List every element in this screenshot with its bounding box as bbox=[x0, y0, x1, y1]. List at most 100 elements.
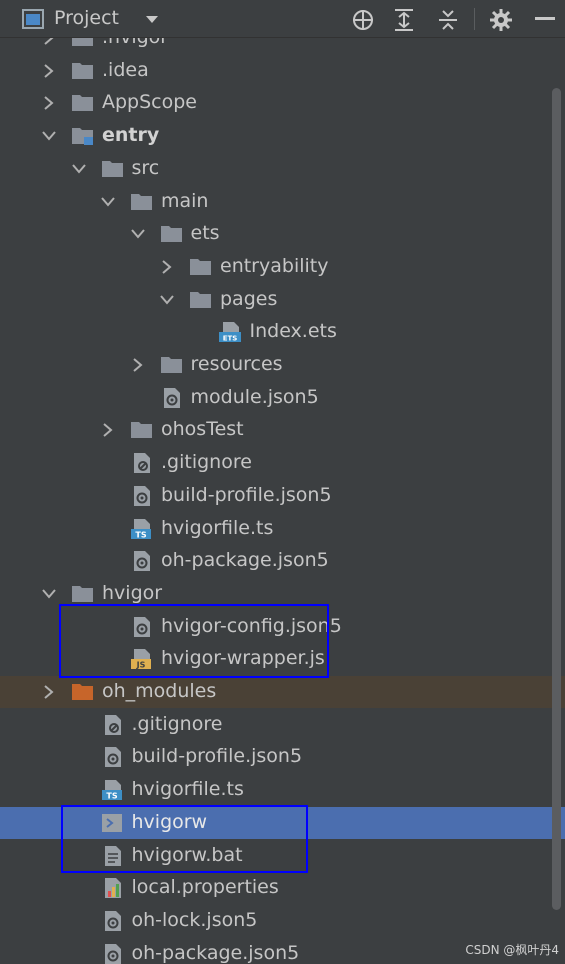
folder-icon bbox=[130, 419, 154, 441]
tree-item-label: ets bbox=[190, 222, 220, 245]
tree-item-label: .hvigor bbox=[102, 38, 168, 48]
tree-item-label: entry bbox=[102, 124, 160, 147]
chevron-down-icon[interactable] bbox=[160, 291, 174, 309]
locate-icon[interactable] bbox=[351, 8, 375, 32]
project-view-icon[interactable] bbox=[22, 9, 44, 29]
chevron-down-icon[interactable] bbox=[101, 193, 115, 211]
folder-icon bbox=[130, 191, 154, 213]
tree-item-label: local.properties bbox=[131, 876, 279, 899]
folder-icon bbox=[189, 256, 213, 278]
tree-item-label: .idea bbox=[102, 58, 149, 81]
hide-icon[interactable] bbox=[535, 17, 555, 21]
chevron-right-icon[interactable] bbox=[42, 683, 56, 701]
vertical-scrollbar[interactable] bbox=[552, 88, 561, 910]
tree-file-row[interactable]: oh-lock.json5 bbox=[0, 905, 565, 937]
svg-text:ETS: ETS bbox=[222, 335, 237, 343]
chevron-right-icon[interactable] bbox=[42, 62, 56, 80]
tree-folder-row[interactable]: AppScope bbox=[0, 87, 565, 119]
tree-item-label: Index.ets bbox=[249, 320, 337, 343]
chevron-down-icon[interactable] bbox=[42, 127, 56, 145]
tree-item-label: build-profile.json5 bbox=[161, 483, 332, 506]
tree-folder-row[interactable]: resources bbox=[0, 349, 565, 381]
folder-icon bbox=[71, 60, 95, 82]
tree-folder-row[interactable]: .idea bbox=[0, 55, 565, 87]
json-file-icon bbox=[101, 910, 125, 932]
tree-item-label: main bbox=[161, 189, 209, 212]
typescript-file-icon: TS bbox=[101, 779, 125, 801]
gitignore-file-icon bbox=[130, 452, 154, 474]
tree-folder-row[interactable]: oh_modules bbox=[0, 676, 565, 708]
typescript-file-icon: TS bbox=[130, 518, 154, 540]
tree-folder-row[interactable]: src bbox=[0, 153, 565, 185]
tree-folder-row[interactable]: entry bbox=[0, 120, 565, 152]
tree-file-row[interactable]: .gitignore bbox=[0, 447, 565, 479]
tree-file-row[interactable]: oh-package.json5 bbox=[0, 545, 565, 577]
tree-file-row[interactable]: build-profile.json5 bbox=[0, 741, 565, 773]
tree-item-label: module.json5 bbox=[190, 385, 319, 408]
tree-file-row[interactable]: .gitignore bbox=[0, 709, 565, 741]
tree-item-label: entryability bbox=[220, 254, 329, 277]
tree-item-label: resources bbox=[190, 353, 283, 375]
tree-item-label: build-profile.json5 bbox=[131, 745, 303, 768]
tree-folder-row[interactable]: ets bbox=[0, 218, 565, 250]
svg-text:TS: TS bbox=[135, 530, 146, 539]
tree-file-row[interactable]: build-profile.json5 bbox=[0, 480, 565, 512]
tree-item-label: oh_modules bbox=[102, 680, 217, 702]
folder-icon bbox=[71, 92, 95, 114]
svg-text:TS: TS bbox=[106, 792, 117, 801]
tree-item-label: hvigor bbox=[102, 581, 163, 604]
tree-folder-row[interactable]: ohosTest bbox=[0, 414, 565, 446]
chevron-right-icon[interactable] bbox=[42, 94, 56, 112]
json-file-icon bbox=[130, 550, 154, 572]
chevron-down-icon[interactable] bbox=[71, 160, 86, 178]
tree-folder-row[interactable]: pages bbox=[0, 284, 565, 316]
properties-file-icon bbox=[101, 877, 125, 899]
tree-file-row[interactable]: ETS Index.ets bbox=[0, 316, 565, 348]
folder-icon bbox=[71, 583, 95, 605]
tree-item-label: oh-package.json5 bbox=[131, 941, 300, 964]
project-toolbar: Project bbox=[0, 0, 565, 38]
folder-icon bbox=[160, 223, 184, 245]
project-title[interactable]: Project bbox=[54, 7, 119, 29]
tree-item-label: src bbox=[131, 156, 160, 179]
toolbar-divider bbox=[474, 8, 475, 30]
folder-icon bbox=[71, 681, 95, 703]
tree-file-row[interactable]: module.json5 bbox=[0, 382, 565, 414]
chevron-right-icon[interactable] bbox=[131, 356, 145, 374]
tree-folder-row[interactable]: .hvigor bbox=[0, 38, 565, 54]
chevron-right-icon[interactable] bbox=[101, 421, 115, 439]
json-file-icon bbox=[101, 943, 125, 964]
json-file-icon bbox=[130, 485, 154, 507]
tree-item-label: ohosTest bbox=[161, 418, 244, 441]
annotation-box-hvigorw-files bbox=[61, 805, 308, 873]
json-file-icon bbox=[101, 746, 125, 768]
tree-item-label: hvigorfile.ts bbox=[161, 516, 274, 539]
collapse-all-icon[interactable] bbox=[437, 8, 459, 32]
chevron-right-icon[interactable] bbox=[160, 258, 174, 276]
tree-folder-row[interactable]: entryability bbox=[0, 251, 565, 283]
tree-item-label: pages bbox=[220, 287, 278, 310]
tree-item-label: hvigorfile.ts bbox=[131, 778, 244, 801]
watermark: CSDN @枫叶丹4 bbox=[465, 943, 559, 957]
tree-item-label: oh-package.json5 bbox=[161, 549, 329, 572]
tree-file-row[interactable]: TS hvigorfile.ts bbox=[0, 774, 565, 806]
tree-item-label: AppScope bbox=[102, 91, 197, 114]
gitignore-file-icon bbox=[101, 714, 125, 736]
folder-icon bbox=[160, 354, 184, 376]
json-file-icon bbox=[160, 387, 184, 409]
tree-folder-row[interactable]: main bbox=[0, 186, 565, 218]
tree-item-label: .gitignore bbox=[131, 712, 223, 735]
tree-item-label: oh-lock.json5 bbox=[131, 908, 258, 931]
chevron-right-icon[interactable] bbox=[42, 38, 56, 47]
expand-all-icon[interactable] bbox=[393, 8, 415, 32]
tree-item-label: .gitignore bbox=[161, 451, 252, 474]
module-folder-icon bbox=[71, 125, 95, 147]
chevron-down-icon[interactable] bbox=[42, 585, 56, 603]
folder-icon bbox=[101, 158, 125, 180]
settings-icon[interactable] bbox=[489, 8, 513, 32]
tree-file-row[interactable]: local.properties bbox=[0, 872, 565, 904]
chevron-down-icon[interactable] bbox=[130, 225, 145, 243]
tree-file-row[interactable]: TS hvigorfile.ts bbox=[0, 513, 565, 545]
folder-icon bbox=[189, 289, 213, 311]
dropdown-icon[interactable] bbox=[145, 15, 159, 24]
